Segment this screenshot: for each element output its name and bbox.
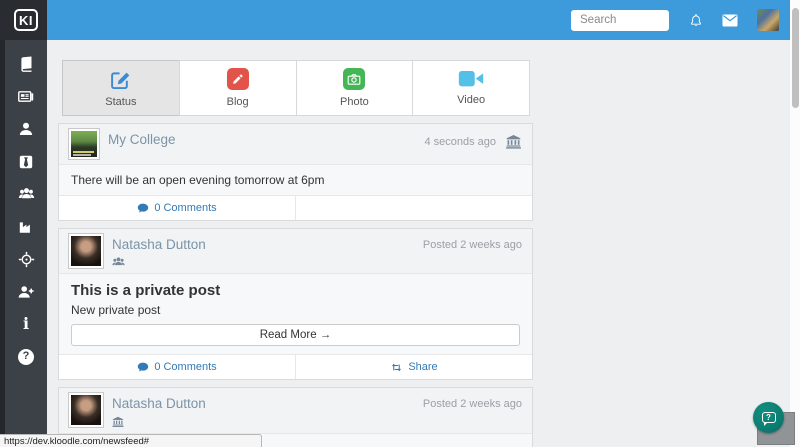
industry-icon — [19, 222, 30, 233]
messages-button[interactable] — [722, 14, 738, 27]
retweet-icon — [392, 363, 402, 371]
sidebar-item-careers[interactable] — [5, 146, 47, 179]
edit-icon — [111, 72, 130, 90]
composer-tabs: Status Blog Photo Video — [62, 60, 530, 116]
user-plus-icon — [18, 285, 34, 298]
post-timestamp: Posted 2 weeks ago — [422, 239, 522, 251]
post-card: My College 4 seconds ago There will be a… — [58, 123, 533, 221]
post-timestamp: 4 seconds ago — [424, 136, 496, 148]
sidebar-item-discover[interactable] — [5, 243, 47, 276]
content-area: Status Blog Photo Video My College 4 sec… — [47, 40, 790, 447]
post-author-name[interactable]: Natasha Dutton — [112, 396, 206, 411]
post-footer: 0 Comments Share — [59, 355, 532, 379]
notifications-button[interactable] — [689, 13, 703, 28]
crosshairs-icon — [18, 251, 34, 267]
sidebar-item-connections[interactable] — [5, 276, 47, 309]
scrollbar[interactable] — [790, 0, 800, 447]
newsfeed: Status Blog Photo Video My College 4 sec… — [58, 60, 533, 447]
tie-icon — [19, 155, 33, 168]
sidebar-item-profile[interactable] — [5, 113, 47, 146]
post-author-avatar[interactable] — [69, 234, 103, 268]
logo-text: KI — [14, 9, 38, 31]
sidebar-nav: i ? — [0, 40, 47, 373]
post-text: New private post — [71, 303, 161, 317]
topbar — [47, 0, 790, 40]
users-icon — [112, 257, 125, 266]
sidebar-item-help[interactable]: ? — [5, 341, 47, 374]
post-timestamp: Posted 2 weeks ago — [422, 398, 522, 410]
status-bar-url: https://dev.kloodle.com/newsfeed# — [0, 434, 262, 447]
sidebar: KI i ? — [0, 0, 47, 447]
tab-photo[interactable]: Photo — [295, 60, 414, 116]
university-icon — [112, 416, 124, 427]
status-url-text: https://dev.kloodle.com/newsfeed# — [4, 435, 150, 447]
book-icon — [20, 56, 31, 72]
envelope-icon — [722, 14, 738, 26]
post-card: Natasha Dutton Posted 2 weeks ago This i… — [58, 228, 533, 380]
sidebar-item-book[interactable] — [5, 48, 47, 81]
search-input[interactable] — [571, 9, 669, 31]
post-footer: 0 Comments — [59, 196, 532, 220]
newspaper-icon — [18, 91, 34, 103]
pencil-icon — [226, 68, 249, 90]
tab-label: Status — [105, 96, 137, 108]
scrollbar-thumb[interactable] — [791, 8, 799, 108]
post-header: Natasha Dutton Posted 2 weeks ago — [59, 229, 532, 274]
share-link[interactable]: Share — [390, 361, 438, 373]
question-circle-icon: ? — [18, 348, 34, 365]
tab-label: Photo — [340, 96, 369, 108]
bell-icon — [690, 13, 702, 26]
post-body: This is a private post New private post … — [59, 274, 532, 355]
post-author-name[interactable]: My College — [108, 132, 176, 147]
post-header: Natasha Dutton Posted 2 weeks ago — [59, 388, 532, 434]
camera-icon — [343, 68, 366, 90]
university-icon[interactable] — [505, 134, 522, 150]
help-chat-button[interactable]: ? — [753, 402, 784, 433]
info-icon: i — [22, 314, 30, 334]
post-header: My College 4 seconds ago — [59, 124, 532, 165]
tab-blog[interactable]: Blog — [178, 60, 297, 116]
sidebar-edge — [0, 0, 5, 447]
post-author-avatar[interactable] — [69, 129, 99, 159]
comment-icon — [138, 362, 149, 371]
user-avatar[interactable] — [757, 9, 779, 31]
comments-link[interactable]: 0 Comments — [137, 202, 217, 214]
tab-status[interactable]: Status — [62, 60, 180, 116]
tab-label: Blog — [226, 96, 249, 108]
sidebar-item-newsfeed[interactable] — [5, 81, 47, 114]
post-author-avatar[interactable] — [69, 393, 103, 427]
users-icon — [18, 188, 34, 199]
sidebar-item-info[interactable]: i — [5, 308, 47, 341]
sidebar-item-organisations[interactable] — [5, 211, 47, 244]
post-body: There will be an open evening tomorrow a… — [59, 165, 532, 196]
tab-video[interactable]: Video — [412, 60, 530, 116]
comment-icon — [138, 203, 149, 212]
read-more-button[interactable]: Read More → — [71, 324, 520, 346]
comments-link[interactable]: 0 Comments — [137, 361, 217, 373]
user-icon — [19, 122, 33, 136]
post-author-name[interactable]: Natasha Dutton — [112, 237, 206, 252]
video-camera-icon — [458, 71, 484, 87]
kloodle-logo[interactable]: KI — [0, 0, 47, 40]
chat-bubble-icon: ? — [761, 412, 776, 426]
share-cell-empty — [295, 196, 532, 220]
sidebar-item-groups[interactable] — [5, 178, 47, 211]
post-text: There will be an open evening tomorrow a… — [71, 173, 325, 187]
post-title: This is a private post — [71, 282, 221, 299]
tab-label: Video — [457, 94, 486, 106]
